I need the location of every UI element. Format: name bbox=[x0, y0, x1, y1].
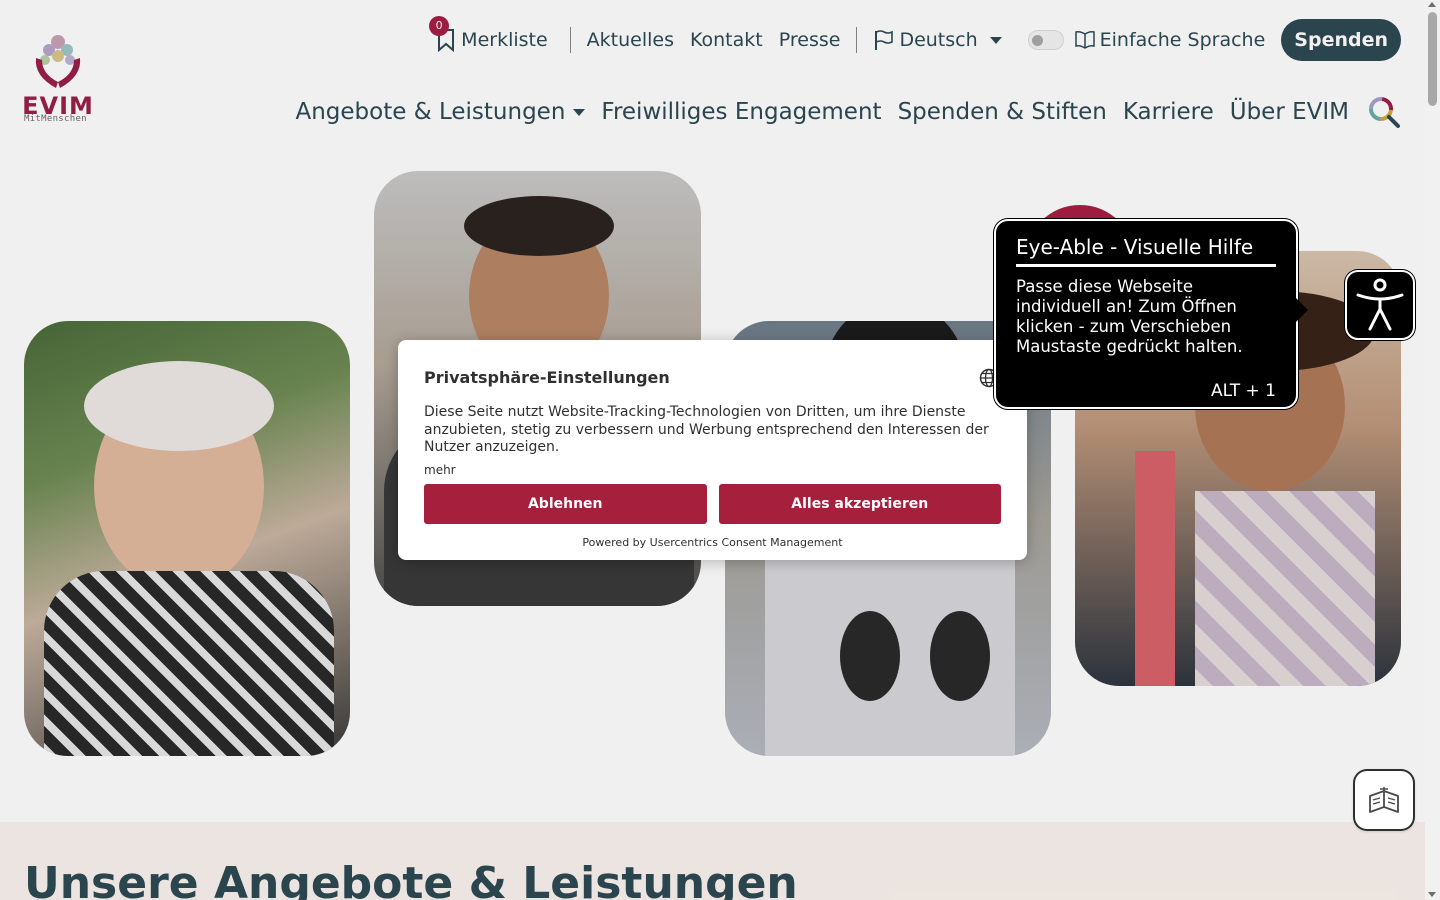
tooltip-title: Eye-Able - Visuelle Hilfe bbox=[1016, 235, 1276, 267]
tooltip-text: Passe diese Webseite individuell an! Zum… bbox=[1016, 277, 1243, 356]
reader-button[interactable] bbox=[1355, 771, 1413, 829]
reader-icon bbox=[1369, 787, 1399, 813]
scroll-down-arrow[interactable] bbox=[1428, 892, 1436, 897]
accessibility-icon bbox=[1356, 278, 1404, 331]
eyeable-tooltip: Eye-Able - Visuelle Hilfe Passe diese We… bbox=[994, 219, 1298, 409]
consent-title: Privatsphäre-Einstellungen bbox=[424, 368, 670, 387]
decline-button[interactable]: Ablehnen bbox=[424, 483, 707, 524]
scroll-up-arrow[interactable] bbox=[1428, 2, 1436, 7]
accessibility-button[interactable] bbox=[1345, 270, 1415, 340]
tooltip-arrow bbox=[1296, 298, 1308, 322]
accept-all-button[interactable]: Alles akzeptieren bbox=[718, 483, 1001, 524]
privacy-consent-dialog: Privatsphäre-Einstellungen Diese Seite n… bbox=[398, 340, 1027, 560]
tooltip-shortcut: ALT + 1 bbox=[1210, 381, 1276, 401]
consent-description: Diese Seite nutzt Website-Tracking-Techn… bbox=[424, 404, 989, 455]
powered-by-text: Powered by Usercentrics Consent Manageme… bbox=[582, 535, 843, 549]
page-scrollbar[interactable] bbox=[1425, 0, 1440, 900]
scrollbar-thumb[interactable] bbox=[1428, 12, 1437, 106]
consent-buttons: Ablehnen Alles akzeptieren bbox=[424, 483, 1001, 524]
more-link[interactable]: mehr bbox=[424, 463, 456, 477]
